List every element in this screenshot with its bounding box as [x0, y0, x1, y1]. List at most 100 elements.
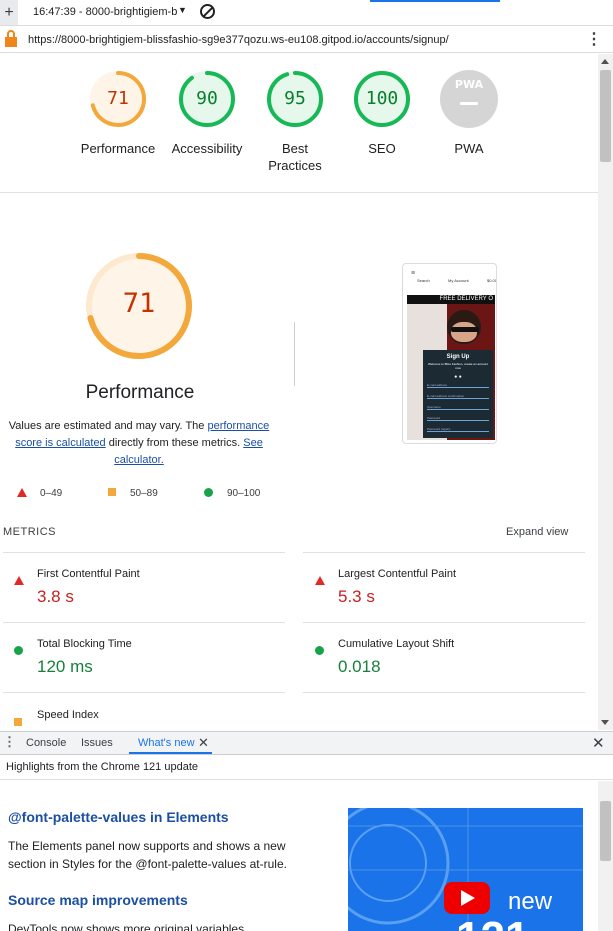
gauge-label: Accessibility — [171, 141, 243, 156]
gauge-pwa[interactable]: PWA PWA — [438, 70, 500, 180]
tab-whats-new[interactable]: What's new — [138, 737, 195, 749]
tab-dropdown-icon[interactable]: ▼ — [178, 5, 187, 15]
phone-nav-bag: $0.00 — [486, 278, 497, 283]
active-tab-indicator — [129, 752, 212, 754]
metric-name: First Contentful Paint — [37, 568, 140, 580]
more-menu-icon[interactable]: ⋮ — [586, 31, 602, 49]
performance-gauge: 71 — [85, 252, 193, 360]
average-square-icon — [14, 713, 22, 730]
promo-version-text: 121 — [456, 916, 529, 931]
feature-text-source-maps: DevTools now shows more original variabl… — [8, 922, 245, 931]
metric-name: Cumulative Layout Shift — [338, 638, 455, 650]
phone-field: Password (again) — [427, 427, 489, 432]
drawer-menu-icon[interactable]: ⋮ — [3, 735, 16, 749]
gauge-accessibility[interactable]: 90 Accessibility — [172, 70, 242, 180]
promo-new-text: new — [508, 888, 553, 915]
performance-title: Performance — [85, 382, 195, 403]
legend-pass-range: 90–100 — [227, 488, 261, 499]
metric-fcp: First Contentful Paint 3.8 s — [14, 568, 284, 628]
gauge-score: 71 — [107, 88, 129, 109]
phone-signup-subtext: Welcome to Bliss Fashion, create an acco… — [428, 362, 488, 370]
metric-tbt: Total Blocking Time 120 ms — [14, 638, 284, 698]
legend-fail-range: 0–49 — [40, 488, 63, 499]
phone-signup-card: Sign Up Welcome to Bliss Fashion, create… — [423, 350, 493, 438]
gauge-label: Best Practices — [268, 141, 322, 173]
divider — [0, 192, 598, 193]
circle-icon — [204, 488, 213, 497]
phone-field: E-mail address — [427, 383, 489, 388]
feature-text-font-palette: The Elements panel now supports and show… — [8, 839, 287, 871]
new-tab-icon[interactable]: + — [0, 0, 18, 25]
metric-speed-index: Speed Index — [14, 709, 284, 730]
desc-text-2: directly from these metrics. — [105, 437, 244, 449]
url-text[interactable]: https://8000-brightigiem-blissfashio-sg9… — [28, 34, 449, 46]
gauge-score: 90 — [196, 88, 218, 109]
tab-accent — [370, 0, 500, 2]
phone-nav-search: Search — [417, 278, 430, 283]
gauge-score: 95 — [284, 88, 306, 109]
tab-title[interactable]: 16:47:39 - 8000-brightigiem-b — [33, 6, 177, 18]
gauge-score: 100 — [365, 88, 399, 109]
page-scrollbar[interactable] — [598, 54, 613, 730]
feature-heading-font-palette[interactable]: @font-palette-values in Elements — [8, 809, 229, 825]
phone-field: Username — [427, 405, 489, 410]
gauge-score: PWA — [454, 78, 484, 91]
legend-average-range: 50–89 — [130, 488, 158, 499]
gauge-label: Performance — [80, 141, 156, 156]
scroll-down-icon[interactable] — [601, 720, 609, 725]
tab-strip: + 16:47:39 - 8000-brightigiem-b ▼ — [0, 0, 613, 26]
whats-new-content: @font-palette-values in Elements The Ele… — [0, 781, 598, 931]
performance-description: Values are estimated and may vary. The p… — [8, 418, 270, 469]
vertical-separator — [294, 322, 295, 386]
phone-nav-account: My Account — [447, 278, 469, 283]
block-icon[interactable] — [200, 4, 215, 19]
fail-triangle-icon — [315, 572, 325, 590]
gauge-performance[interactable]: 71 Performance — [81, 70, 155, 180]
metric-value: 0.018 — [338, 657, 381, 676]
tab-console[interactable]: Console — [26, 737, 66, 749]
social-login-icons: ● ● — [454, 374, 462, 380]
square-icon — [108, 488, 116, 496]
metric-name: Largest Contentful Paint — [338, 568, 457, 580]
close-drawer-icon[interactable]: ✕ — [592, 734, 605, 752]
desc-text-1: Values are estimated and may vary. The — [8, 420, 208, 432]
gauge-label: PWA — [454, 141, 484, 156]
pass-circle-icon — [14, 642, 23, 660]
metric-value: 120 ms — [37, 657, 93, 676]
chrome-121-video-thumbnail[interactable]: new 121 — [348, 808, 583, 931]
phone-field: E-mail address confirmation — [427, 394, 489, 399]
phone-banner: FREE DELIVERY O — [407, 295, 495, 304]
gauge-best-practices[interactable]: 95 Best Practices — [264, 70, 326, 180]
phone-signup-fields: E-mail address E-mail address confirmatio… — [423, 383, 493, 432]
lighthouse-report: 71 Performance 90 Accessibility 95 Best Pract… — [0, 54, 598, 730]
legend-fail — [17, 488, 27, 500]
devtools-scrollbar[interactable] — [598, 781, 613, 931]
devtools-tabbar: ⋮ Console Issues What's new ✕ ✕ — [0, 732, 613, 755]
close-tab-icon[interactable]: ✕ — [198, 735, 209, 751]
pass-circle-icon — [315, 642, 324, 660]
metric-value: 3.8 s — [37, 587, 74, 606]
phone-nav: Search My Account $0.00 — [417, 278, 497, 283]
gauge-seo[interactable]: 100 SEO — [351, 70, 413, 180]
phone-signup-heading: Sign Up — [446, 354, 470, 360]
legend-average — [108, 488, 116, 499]
metrics-header: METRICS — [3, 526, 56, 538]
metric-value: 5.3 s — [338, 587, 375, 606]
triangle-icon — [17, 488, 27, 497]
tab-issues[interactable]: Issues — [81, 737, 113, 749]
scrollbar-thumb[interactable] — [600, 801, 611, 861]
phone-field: Password — [427, 416, 489, 421]
expand-view-button[interactable]: Expand view — [506, 526, 568, 538]
whats-new-subtitle: Highlights from the Chrome 121 update — [0, 756, 613, 780]
address-bar: https://8000-brightigiem-blissfashio-sg9… — [0, 27, 613, 53]
feature-heading-source-maps[interactable]: Source map improvements — [8, 892, 188, 908]
metric-name: Total Blocking Time — [37, 638, 132, 650]
metric-cls: Cumulative Layout Shift 0.018 — [315, 638, 585, 698]
site-favicon-icon — [5, 30, 17, 47]
metric-name: Speed Index — [37, 709, 99, 721]
scroll-up-icon[interactable] — [601, 59, 609, 64]
screenshot-thumbnail[interactable]: ≡ Search My Account $0.00 FREE DELIVERY … — [402, 263, 497, 444]
devtools-drawer: ⋮ Console Issues What's new ✕ ✕ Highligh… — [0, 731, 613, 931]
fail-triangle-icon — [14, 572, 24, 590]
scrollbar-thumb[interactable] — [600, 70, 611, 162]
